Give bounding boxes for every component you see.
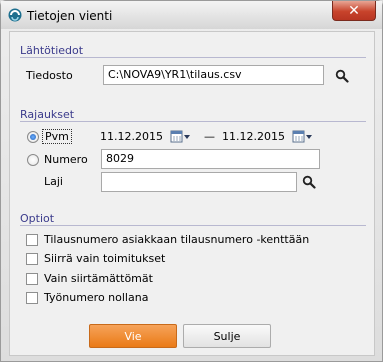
options-group-title: Optiot (20, 212, 55, 225)
option-checkbox-untransferred-only[interactable] (26, 273, 38, 285)
option-label-untransferred-only: Vain siirtämättömät (44, 272, 153, 285)
search-icon (335, 69, 349, 83)
dialog-content: Lähtötiedot Tiedosto C:\NOVA9\YR1\tilaus… (9, 31, 375, 356)
date-to-input[interactable]: 11.12.2015 (220, 127, 290, 147)
option-checkbox-deliveries-only[interactable] (26, 253, 38, 265)
close-button[interactable]: Sulje (183, 324, 271, 348)
limits-group-title: Rajaukset (20, 108, 75, 121)
date-from-input[interactable]: 11.12.2015 (98, 127, 168, 147)
numero-input[interactable]: 8029 (101, 149, 320, 169)
date-to-picker-button[interactable] (292, 129, 314, 145)
source-group-divider (20, 57, 366, 58)
export-dialog: Tietojen vienti ✕ Lähtötiedot Tiedosto C… (0, 0, 383, 362)
close-icon: ✕ (348, 2, 360, 19)
options-group-divider (20, 225, 366, 226)
numero-radio[interactable] (27, 154, 39, 166)
date-from-picker-button[interactable] (170, 129, 192, 145)
option-label-deliveries-only: Siirrä vain toimitukset (44, 252, 166, 265)
search-icon (302, 175, 316, 189)
calendar-dropdown-icon (292, 130, 312, 143)
file-path-input[interactable]: C:\NOVA9\YR1\tilaus.csv (103, 65, 324, 85)
export-button[interactable]: Vie (89, 324, 177, 348)
option-checkbox-order-number[interactable] (26, 234, 38, 246)
pvm-radio[interactable] (27, 131, 39, 143)
laji-search-button[interactable] (299, 172, 319, 192)
limits-group-divider (20, 121, 366, 122)
option-label-work-number-zero: Työnumero nollana (44, 291, 149, 304)
title-bar[interactable]: Tietojen vienti ✕ (1, 1, 382, 29)
pvm-label: Pvm (42, 129, 72, 144)
file-label: Tiedosto (26, 69, 73, 82)
numero-label: Numero (44, 153, 88, 166)
laji-input[interactable] (101, 172, 297, 192)
option-checkbox-work-number-zero[interactable] (26, 292, 38, 304)
source-group-title: Lähtötiedot (20, 44, 84, 57)
window-title: Tietojen vienti (27, 9, 113, 23)
file-browse-button[interactable] (332, 66, 352, 86)
close-window-button[interactable]: ✕ (332, 1, 376, 21)
option-label-order-number: Tilausnumero asiakkaan tilausnumero -ken… (44, 233, 310, 246)
calendar-dropdown-icon (170, 130, 190, 143)
app-logo-icon (8, 8, 22, 22)
laji-label: Laji (44, 175, 63, 188)
date-range-separator: — (204, 130, 215, 143)
